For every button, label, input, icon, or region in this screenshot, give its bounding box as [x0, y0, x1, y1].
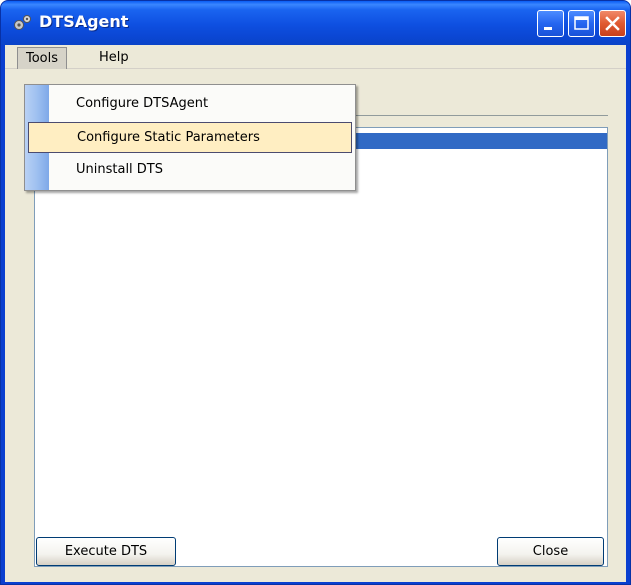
- menu-item-uninstall-dts[interactable]: Uninstall DTS: [25, 155, 355, 186]
- execute-dts-button[interactable]: Execute DTS: [36, 537, 176, 566]
- menu-tools[interactable]: Tools: [17, 47, 68, 69]
- menu-item-configure-static-parameters[interactable]: Configure Static Parameters: [28, 122, 352, 153]
- output-list[interactable]: [34, 127, 608, 567]
- gear-pair-icon: [14, 15, 31, 30]
- maximize-button[interactable]: [568, 10, 595, 37]
- menu-bar: Tools Help: [5, 45, 626, 69]
- maximize-icon: [574, 16, 589, 30]
- close-icon: [605, 16, 620, 31]
- window-title: DTSAgent: [39, 12, 129, 31]
- menu-help[interactable]: Help: [91, 47, 137, 69]
- close-window-button[interactable]: [599, 10, 626, 37]
- tools-dropdown-menu: Configure DTSAgent Configure Static Para…: [24, 84, 356, 191]
- minimize-button[interactable]: [537, 10, 564, 37]
- minimize-icon: [544, 27, 552, 30]
- title-bar[interactable]: DTSAgent: [1, 1, 630, 45]
- app-window: DTSAgent Tools Help Execute DTS Close Co…: [0, 0, 631, 585]
- close-button[interactable]: Close: [497, 537, 604, 566]
- menu-item-configure-dtsagent[interactable]: Configure DTSAgent: [25, 89, 355, 120]
